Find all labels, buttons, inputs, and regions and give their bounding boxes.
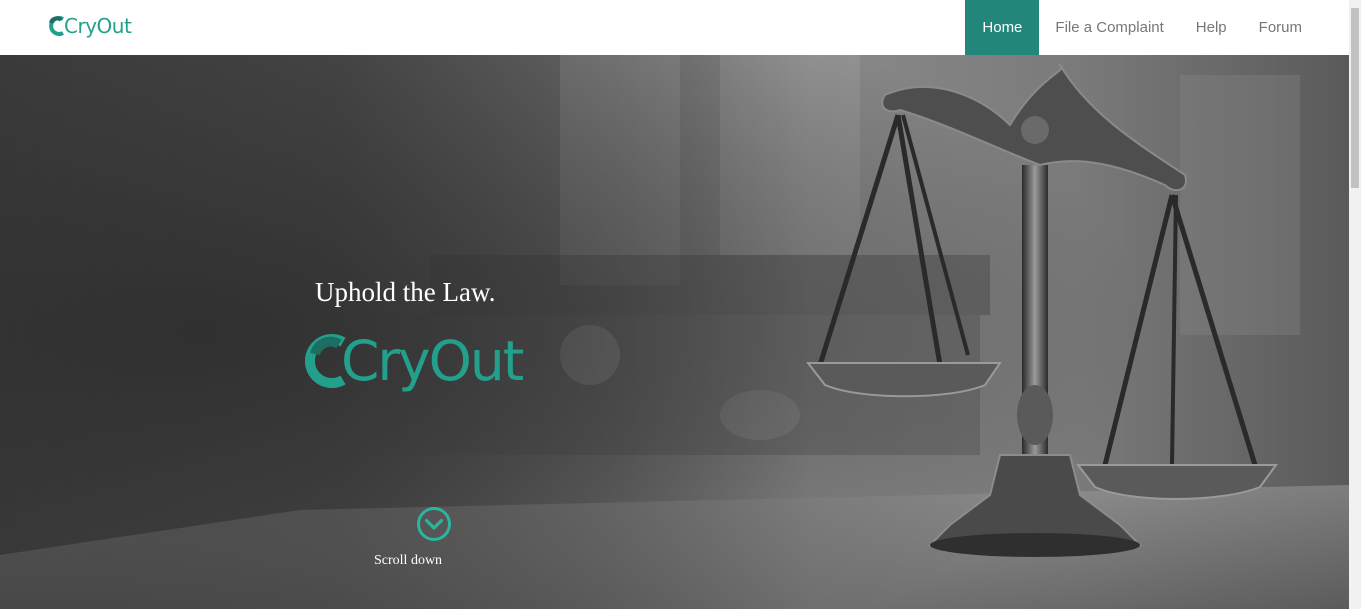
hero-logo-text: CryOut [341, 329, 524, 393]
hero-background-image [0, 55, 1349, 609]
scrollbar-thumb[interactable] [1351, 8, 1359, 188]
hero-logo: CryOut [305, 328, 524, 394]
nav-forum[interactable]: Forum [1243, 0, 1318, 55]
hero-tagline: Uphold the Law. [315, 277, 496, 307]
page-scrollbar[interactable] [1349, 0, 1361, 609]
brand-logo-link[interactable]: CryOut [47, 13, 132, 39]
nav-file-complaint[interactable]: File a Complaint [1039, 0, 1179, 55]
main-nav: Home File a Complaint Help Forum [965, 0, 1318, 55]
nav-help[interactable]: Help [1180, 0, 1243, 55]
scroll-down-label[interactable]: Scroll down [374, 553, 442, 569]
chevron-down-circle-icon[interactable] [416, 506, 452, 542]
brand-name: CryOut [64, 14, 132, 38]
top-navbar: CryOut Home File a Complaint Help Forum [0, 0, 1349, 55]
nav-home[interactable]: Home [965, 0, 1040, 55]
hero-section: Uphold the Law. CryOut Scroll down [0, 55, 1349, 609]
